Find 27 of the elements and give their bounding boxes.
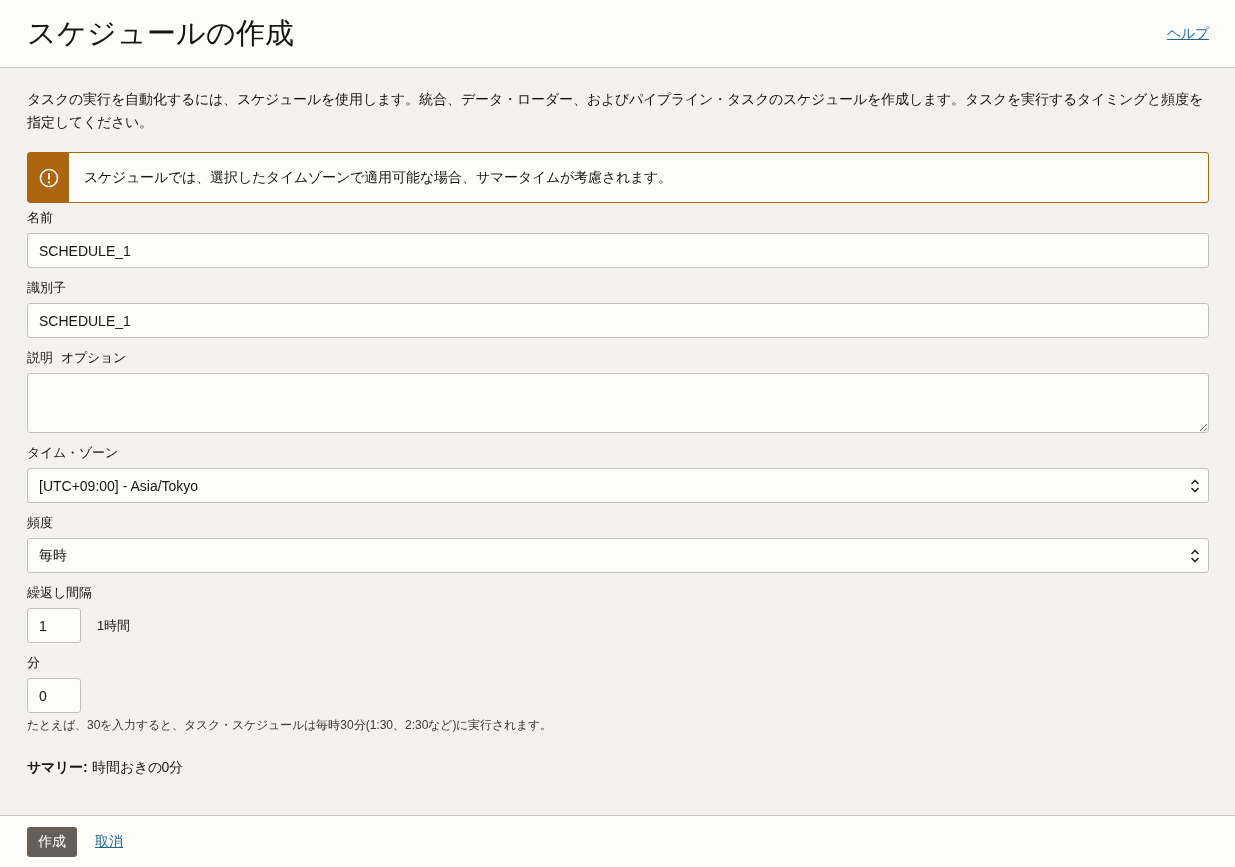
field-label: 繰返し間隔: [27, 584, 92, 602]
field-label: タイム・ゾーン: [27, 444, 118, 462]
hint-text: たとえば、30を入力すると、タスク・スケジュールは毎時30分(1:30、2:30など)に実行されます。: [27, 717, 554, 734]
intro-text: タスクの実行を自動化するには、スケジュールを使用します。統合、データ・ローダー、およびパイプライン・タスクのスケジュールを作成します。タスクを実行するタイミングと頻度を指定してください。: [27, 90, 1204, 132]
field-label: 識別子: [27, 279, 66, 297]
field-label: 頻度: [27, 514, 53, 532]
number-input[interactable]: 1: [27, 608, 81, 643]
cancel-link[interactable]: 取消: [95, 832, 123, 851]
page-title: スケジュールの作成: [27, 15, 294, 51]
text-input[interactable]: SCHEDULE_1: [27, 303, 1209, 338]
summary-text: サマリー: 時間おきの0分: [27, 759, 185, 777]
unit-label: 1時間: [97, 616, 131, 635]
field-label: 説明: [27, 349, 53, 367]
select-field[interactable]: 毎時: [27, 538, 1209, 573]
chevron-up-down-icon: [1190, 548, 1200, 563]
chevron-up-down-icon: [1190, 478, 1200, 493]
select-field[interactable]: [UTC+09:00] - Asia/Tokyo: [27, 468, 1209, 503]
optional-tag: オプション: [61, 349, 126, 367]
number-input[interactable]: 0: [27, 678, 81, 713]
field-label: 分: [27, 654, 40, 672]
exclamation-circle-icon: [38, 167, 59, 188]
text-input[interactable]: SCHEDULE_1: [27, 233, 1209, 268]
create-button[interactable]: 作成: [27, 826, 77, 857]
textarea-field[interactable]: [27, 373, 1209, 433]
help-link[interactable]: ヘルプ: [1167, 24, 1209, 43]
field-label: 名前: [27, 209, 53, 227]
notice-text: スケジュールでは、選択したタイムゾーンで適用可能な場合、サマータイムが考慮されます。: [83, 168, 672, 187]
